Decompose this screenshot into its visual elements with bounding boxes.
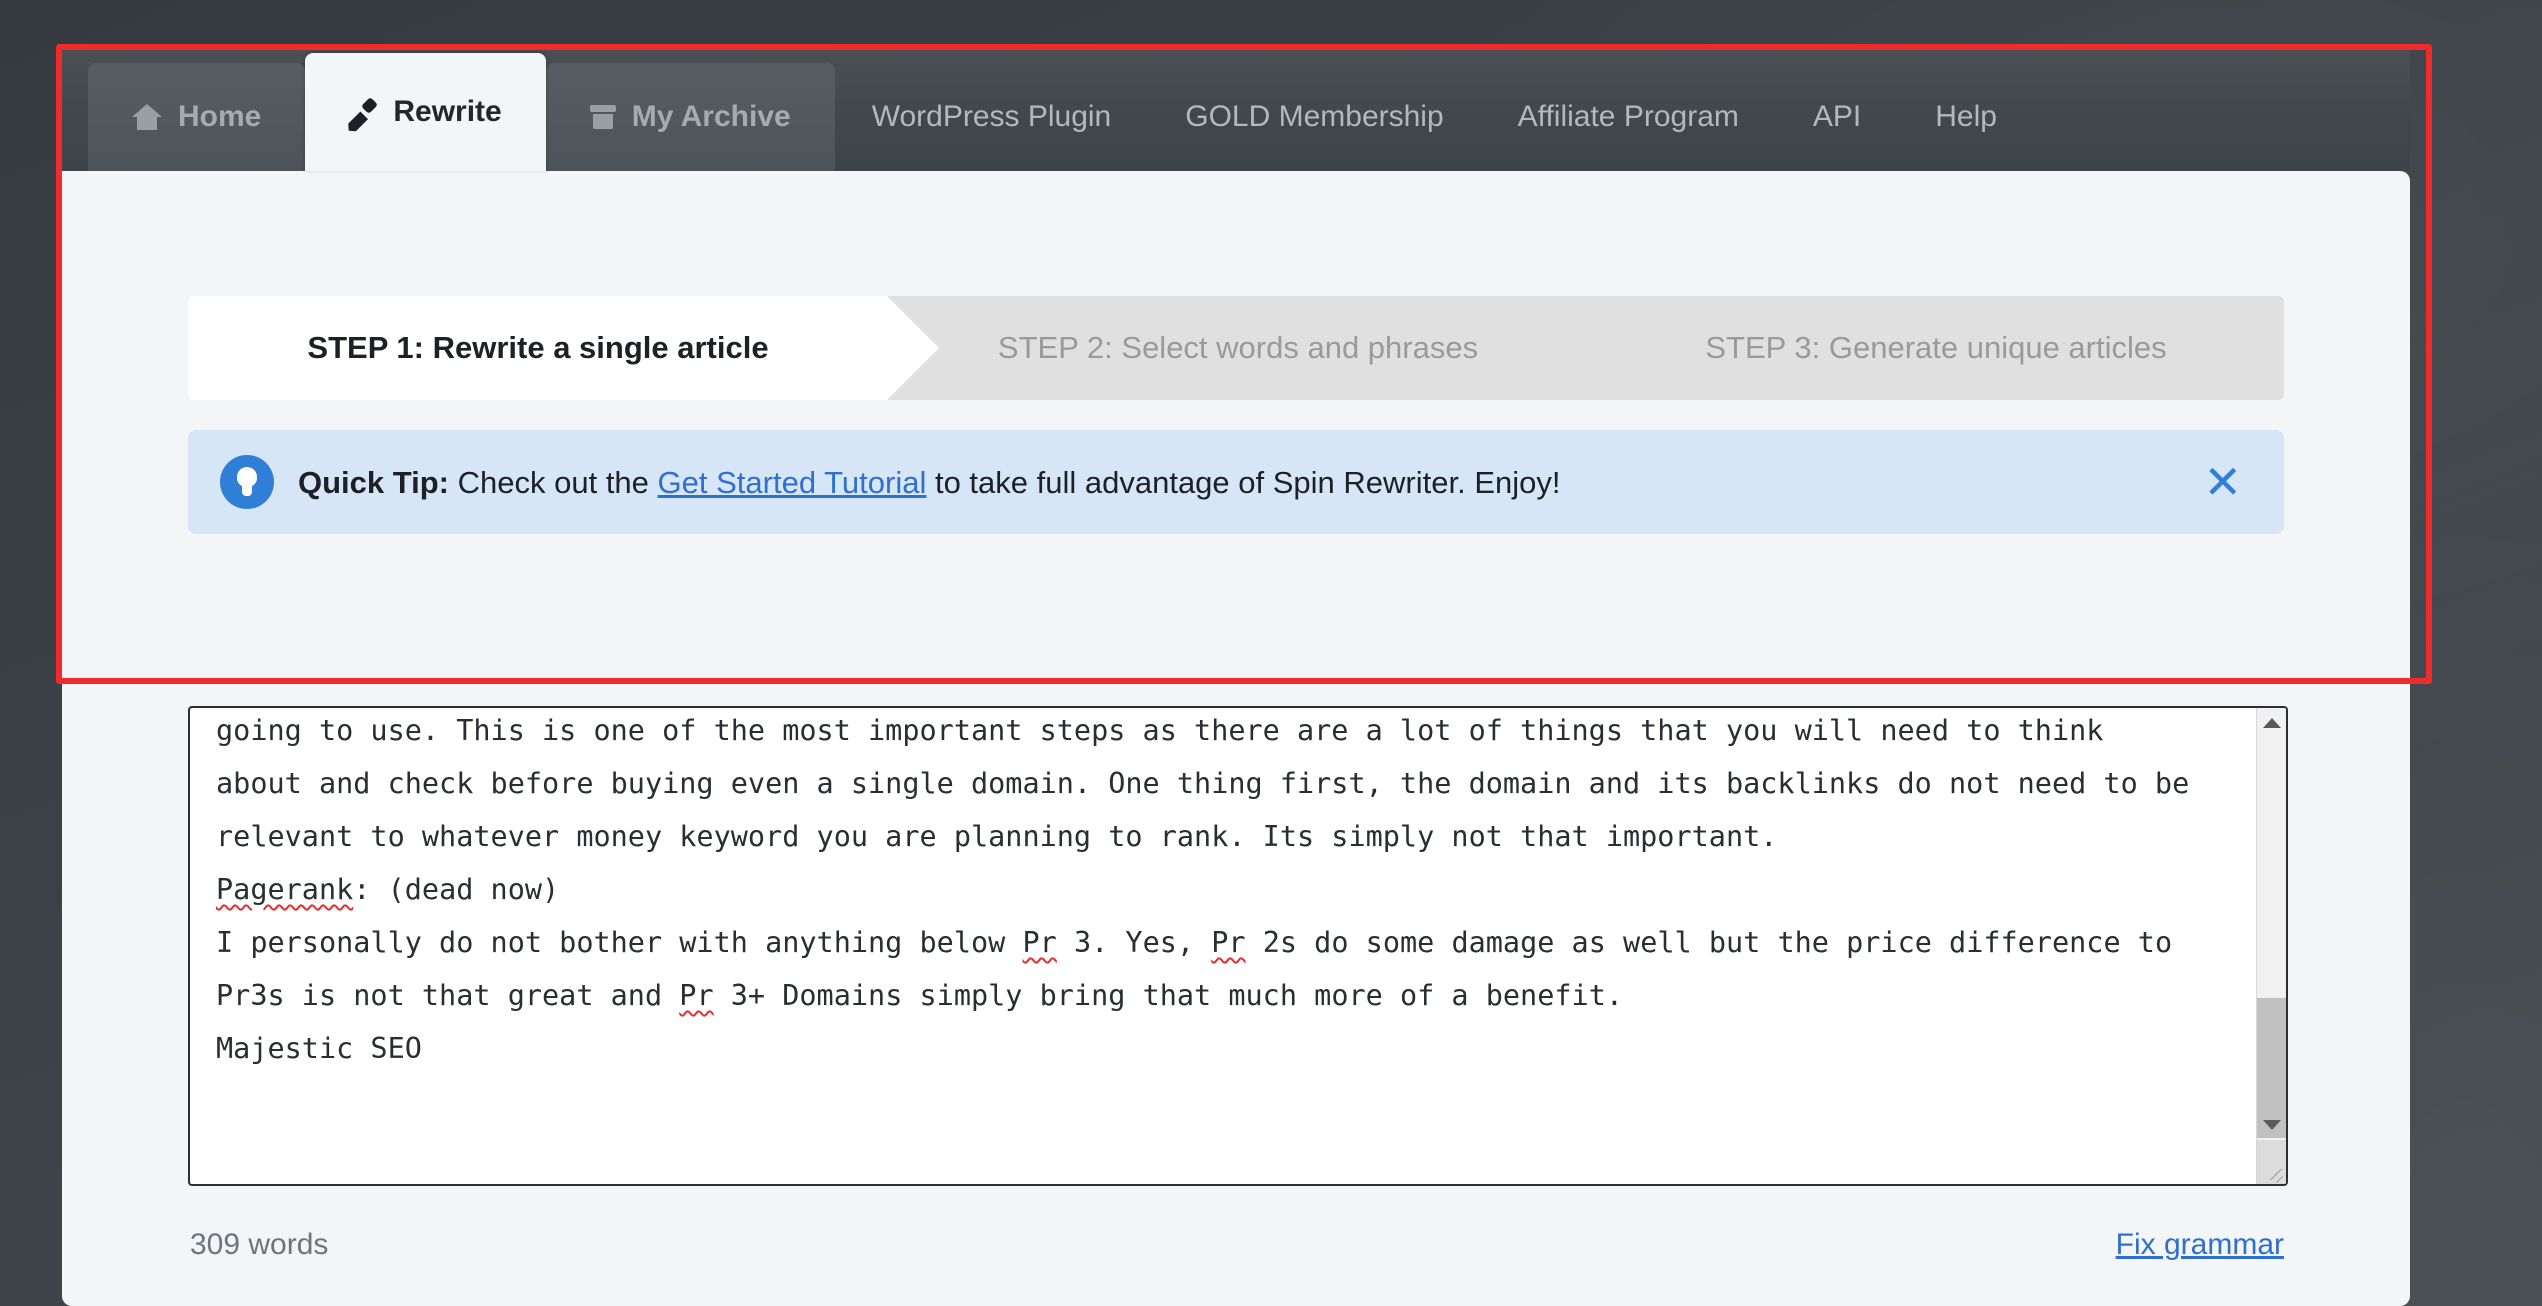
step-2-label: STEP 2: Select words and phrases: [997, 330, 1479, 365]
article-misspelled-pagerank: Pagerank: [216, 873, 354, 906]
article-misspelled-pr-1: Pr: [1022, 926, 1057, 959]
quick-tip-before-link: Check out the: [449, 464, 658, 500]
top-navigation: Home Rewrite My Archive WordPress Plugin…: [62, 45, 2410, 171]
nav-tab-api[interactable]: API: [1776, 63, 1898, 171]
nav-tab-gold-membership[interactable]: GOLD Membership: [1148, 63, 1480, 171]
nav-tab-home[interactable]: Home: [88, 63, 306, 171]
article-pagerank-rest: : (dead now): [353, 873, 560, 906]
word-count: 309 words: [190, 1228, 329, 1261]
close-icon[interactable]: ✕: [2203, 459, 2252, 505]
article-textarea[interactable]: going to use. This is one of the most im…: [188, 706, 2288, 1186]
nav-tab-wordpress-plugin[interactable]: WordPress Plugin: [835, 63, 1149, 171]
nav-tab-gold-membership-label: GOLD Membership: [1185, 100, 1444, 133]
nav-tab-my-archive-label: My Archive: [631, 100, 791, 133]
step-1[interactable]: STEP 1: Rewrite a single article: [188, 296, 939, 400]
pencil-icon: [349, 98, 377, 126]
nav-tab-rewrite-label: Rewrite: [393, 95, 502, 128]
resize-grip[interactable]: [2257, 1140, 2286, 1184]
nav-tab-list: Home Rewrite My Archive WordPress Plugin…: [88, 45, 2034, 171]
quick-tip-text: Quick Tip: Check out the Get Started Tut…: [298, 467, 1560, 498]
nav-tab-home-label: Home: [178, 100, 262, 133]
nav-tab-wordpress-plugin-label: WordPress Plugin: [871, 100, 1112, 133]
quick-tip-banner: Quick Tip: Check out the Get Started Tut…: [188, 430, 2284, 534]
nav-tab-help-label: Help: [1935, 100, 1997, 133]
archive-icon: [589, 105, 616, 129]
arrow-up-icon[interactable]: [2257, 708, 2286, 738]
nav-tab-api-label: API: [1812, 100, 1862, 133]
step-2[interactable]: STEP 2: Select words and phrases: [888, 296, 1588, 400]
article-para4: Majestic SEO: [216, 1032, 422, 1065]
article-para3-a: I personally do not bother with anything…: [216, 926, 1023, 959]
step-indicator: STEP 1: Rewrite a single article STEP 2:…: [188, 296, 2284, 400]
home-icon: [132, 104, 162, 130]
fix-grammar-link[interactable]: Fix grammar: [2116, 1228, 2284, 1262]
lightbulb-icon: [220, 455, 274, 509]
quick-tip-prefix: Quick Tip:: [298, 464, 450, 500]
textarea-footer-row: 309 words Fix grammar: [190, 1228, 2286, 1262]
nav-tab-rewrite[interactable]: Rewrite: [305, 53, 546, 171]
nav-tab-affiliate-program[interactable]: Affiliate Program: [1481, 63, 1776, 171]
article-misspelled-pr-3: Pr: [679, 979, 714, 1012]
nav-tab-help[interactable]: Help: [1898, 63, 2034, 171]
nav-tab-affiliate-program-label: Affiliate Program: [1517, 100, 1739, 133]
get-started-tutorial-link[interactable]: Get Started Tutorial: [658, 465, 927, 500]
step-3[interactable]: STEP 3: Generate unique articles: [1588, 296, 2284, 400]
article-para3-d: 3+ Domains simply bring that much more o…: [713, 979, 1624, 1012]
textarea-scrollbar[interactable]: [2256, 708, 2286, 1184]
article-misspelled-pr-2: Pr: [1211, 926, 1246, 959]
article-para3-b: 3. Yes,: [1056, 926, 1212, 959]
nav-tab-my-archive[interactable]: My Archive: [545, 63, 835, 171]
step-3-label: STEP 3: Generate unique articles: [1705, 330, 2167, 365]
article-textarea-content: going to use. This is one of the most im…: [190, 708, 2230, 1075]
step-1-label: STEP 1: Rewrite a single article: [307, 330, 769, 365]
page-root: Home Rewrite My Archive WordPress Plugin…: [0, 0, 2542, 1306]
quick-tip-after-link: to take full advantage of Spin Rewriter.…: [926, 464, 1561, 500]
arrow-down-icon[interactable]: [2257, 1110, 2286, 1140]
article-paragraph-1: going to use. This is one of the most im…: [216, 714, 2207, 853]
